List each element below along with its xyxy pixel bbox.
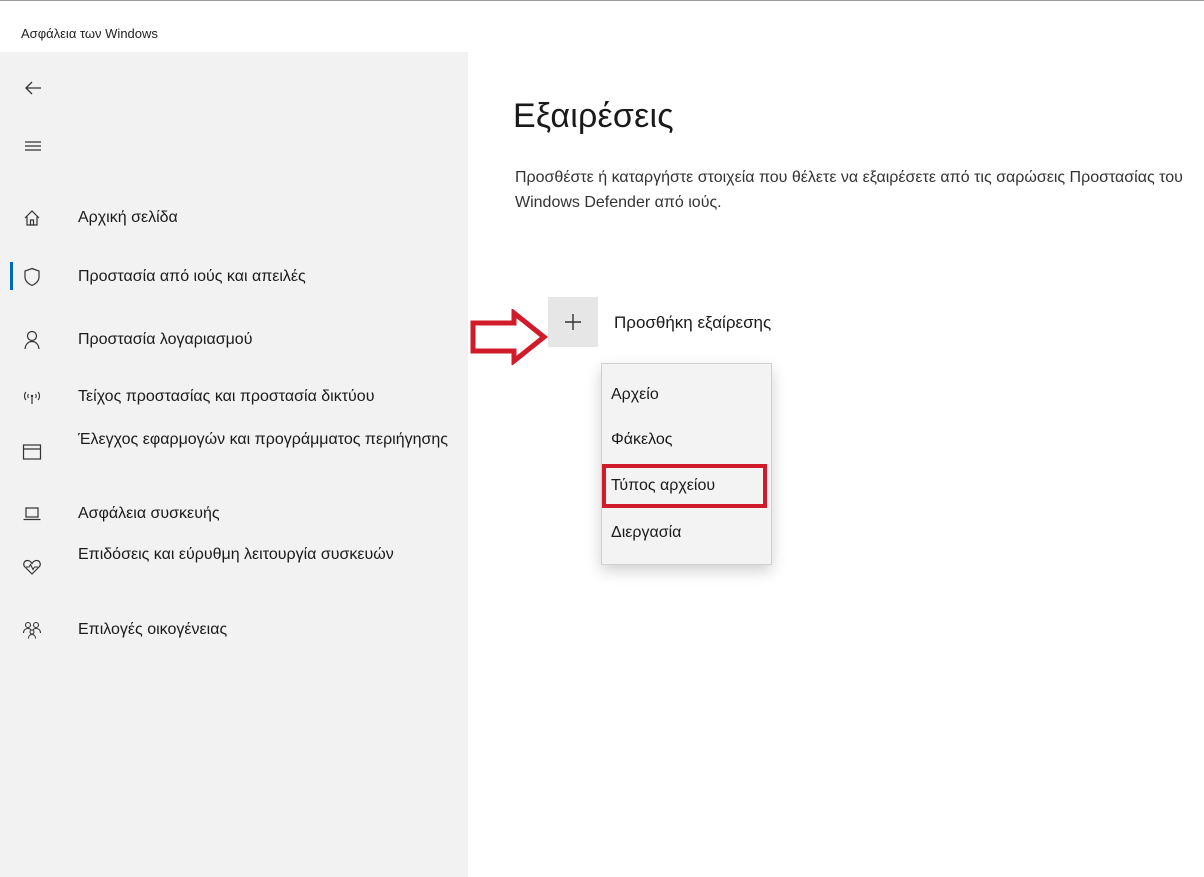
sidebar-item-device-health[interactable]: Επιδόσεις και εύρυθμη λειτουργία συσκευώ…	[0, 542, 468, 592]
sidebar-item-device-security[interactable]: Ασφάλεια συσκευής	[0, 500, 468, 528]
shield-icon	[22, 267, 42, 287]
back-arrow-icon	[25, 81, 41, 95]
browser-window-icon	[22, 442, 42, 462]
annotation-highlight-box	[602, 464, 767, 508]
sidebar-item-account-protection[interactable]: Προστασία λογαριασμού	[0, 326, 468, 354]
window-top-border	[0, 0, 1204, 1]
menu-item-process[interactable]: Διεργασία	[602, 514, 771, 554]
sidebar-item-family-options[interactable]: Επιλογές οικογένειας	[0, 616, 468, 644]
sidebar-item-label: Έλεγχος εφαρμογών και προγράμματος περιή…	[78, 431, 449, 448]
person-icon	[22, 330, 42, 350]
sidebar-item-label: Προστασία από ιούς και απειλές	[78, 268, 306, 285]
menu-item-label: Διεργασία	[611, 524, 682, 541]
menu-item-label: Φάκελος	[611, 431, 673, 448]
app-title: Ασφάλεια των Windows	[21, 26, 158, 41]
sidebar-item-label: Ασφάλεια συσκευής	[78, 505, 220, 522]
sidebar-item-label: Επιδόσεις και εύρυθμη λειτουργία συσκευώ…	[78, 546, 394, 563]
sidebar-item-label: Τείχος προστασίας και προστασία δικτύου	[78, 388, 375, 405]
family-icon	[22, 620, 42, 640]
laptop-icon	[22, 504, 42, 524]
hamburger-icon	[25, 141, 41, 151]
sidebar-item-home[interactable]: Αρχική σελίδα	[0, 204, 468, 232]
wireless-icon	[22, 387, 42, 407]
sidebar-item-virus-protection[interactable]: Προστασία από ιούς και απειλές	[0, 263, 468, 291]
menu-item-file[interactable]: Αρχείο	[602, 376, 771, 416]
home-icon	[22, 208, 42, 228]
sidebar: Αρχική σελίδα Προστασία από ιούς και απε…	[0, 52, 468, 877]
back-button[interactable]	[18, 73, 48, 103]
heart-pulse-icon	[22, 557, 42, 577]
add-exclusion-button[interactable]	[548, 297, 598, 347]
page-title: Εξαιρέσεις	[513, 97, 674, 135]
plus-icon	[565, 314, 581, 330]
annotation-arrow-icon	[470, 309, 548, 365]
sidebar-item-firewall[interactable]: Τείχος προστασίας και προστασία δικτύου	[0, 383, 468, 411]
add-exclusion-label[interactable]: Προσθήκη εξαίρεσης	[614, 313, 771, 333]
menu-toggle-button[interactable]	[18, 131, 48, 161]
sidebar-item-label: Προστασία λογαριασμού	[78, 331, 253, 348]
menu-item-folder[interactable]: Φάκελος	[602, 421, 771, 461]
page-description: Προσθέστε ή καταργήστε στοιχεία που θέλε…	[515, 169, 1183, 211]
sidebar-item-label: Αρχική σελίδα	[78, 209, 178, 226]
menu-item-label: Αρχείο	[611, 386, 659, 403]
sidebar-item-app-browser-control[interactable]: Έλεγχος εφαρμογών και προγράμματος περιή…	[0, 427, 468, 477]
sidebar-item-label: Επιλογές οικογένειας	[78, 621, 228, 638]
